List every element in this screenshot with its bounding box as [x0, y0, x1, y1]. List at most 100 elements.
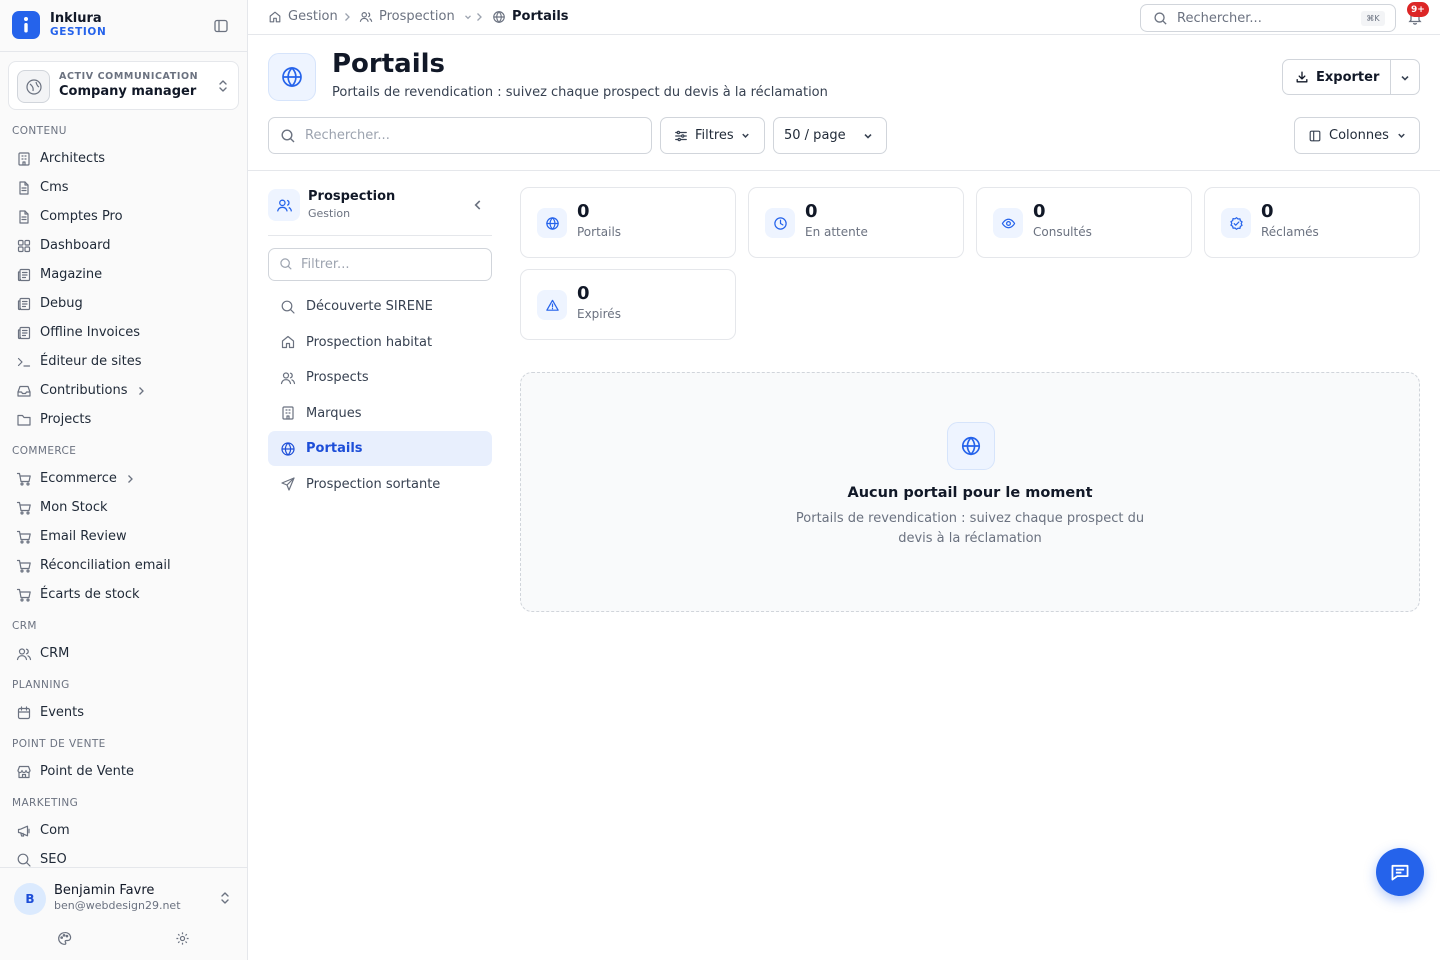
- stat-card-expires[interactable]: 0 Expirés: [520, 269, 736, 340]
- subnav-item-label: Portails: [306, 441, 363, 456]
- company-switcher[interactable]: ACTIV COMMUNICATION Company manager: [8, 61, 239, 110]
- sidebar-item-com[interactable]: Com: [0, 816, 247, 845]
- chevron-down-icon: [1396, 130, 1407, 141]
- sidebar-item-architects[interactable]: Architects: [0, 144, 247, 173]
- cart-icon: [16, 587, 32, 603]
- sidebar-item-ecarts-de-stock[interactable]: Écarts de stock: [0, 580, 247, 609]
- brand-logo-icon[interactable]: [12, 11, 40, 39]
- sidebar-toggle-icon[interactable]: [213, 18, 229, 34]
- sidebar-item-seo[interactable]: SEO: [0, 845, 247, 868]
- columns-label: Colonnes: [1329, 128, 1389, 143]
- chevron-down-icon: [463, 12, 473, 22]
- sidebar-item-point-de-vente[interactable]: Point de Vente: [0, 757, 247, 786]
- globe-icon: [280, 441, 296, 457]
- columns-button[interactable]: Colonnes: [1294, 117, 1420, 154]
- sidebar-item-label: Projects: [40, 412, 92, 427]
- subnav-filter-input[interactable]: Filtrer...: [268, 248, 492, 281]
- stat-label: Expirés: [577, 307, 621, 321]
- gear-icon[interactable]: [175, 931, 190, 946]
- export-label: Exporter: [1316, 69, 1380, 85]
- sidebar-item-label: Offline Invoices: [40, 325, 141, 340]
- page-title: Portails: [332, 49, 446, 79]
- globe-icon: [947, 422, 995, 470]
- stat-card-en-attente[interactable]: 0 En attente: [748, 187, 964, 258]
- sidebar-item-label: Ecommerce: [40, 471, 117, 486]
- users-icon: [359, 10, 373, 24]
- sidebar-item-projects[interactable]: Projects: [0, 405, 247, 434]
- list-search-input[interactable]: Rechercher...: [268, 117, 652, 154]
- sidebar-item-ecommerce[interactable]: Ecommerce: [0, 464, 247, 493]
- breadcrumb-current-label: Portails: [512, 9, 569, 24]
- global-search[interactable]: Rechercher... ⌘K: [1140, 4, 1396, 32]
- brand-sub: GESTION: [50, 26, 107, 38]
- page-header: Portails Portails de revendication : sui…: [248, 35, 1440, 171]
- sidebar-item-reconciliation-email[interactable]: Réconciliation email: [0, 551, 247, 580]
- folder-icon: [16, 412, 32, 428]
- filters-button[interactable]: Filtres: [660, 117, 765, 154]
- sidebar-item-label: Éditeur de sites: [40, 354, 142, 369]
- sidebar-item-debug[interactable]: Debug: [0, 289, 247, 318]
- search-icon: [279, 257, 293, 271]
- inbox-icon: [16, 383, 32, 399]
- search-icon: [16, 852, 32, 868]
- sidebar-item-editeur-de-sites[interactable]: Éditeur de sites: [0, 347, 247, 376]
- sidebar-item-label: Dashboard: [40, 238, 111, 253]
- sidebar-item-offline-invoices[interactable]: Offline Invoices: [0, 318, 247, 347]
- subnav-item-marques[interactable]: Marques: [268, 396, 492, 431]
- sidebar-item-contributions[interactable]: Contributions: [0, 376, 247, 405]
- cart-icon: [16, 471, 32, 487]
- chevron-left-icon[interactable]: [472, 198, 484, 212]
- sidebar-item-crm[interactable]: CRM: [0, 639, 247, 668]
- per-page-select[interactable]: 50 / page: [773, 117, 887, 154]
- stat-card-reclames[interactable]: 0 Réclamés: [1204, 187, 1420, 258]
- stat-label: Consultés: [1033, 225, 1092, 239]
- sidebar-item-dashboard[interactable]: Dashboard: [0, 231, 247, 260]
- chat-button[interactable]: [1376, 848, 1424, 896]
- breadcrumb-section-label: Prospection: [379, 9, 455, 24]
- topbar: Gestion Prospection Portails Rechercher.…: [248, 0, 1440, 35]
- user-block[interactable]: B Benjamin Favre ben@webdesign29.net: [0, 867, 247, 960]
- stat-label: Portails: [577, 225, 622, 239]
- per-page-label: 50 / page: [784, 128, 846, 143]
- sidebar-item-cms[interactable]: Cms: [0, 173, 247, 202]
- chevron-updown-icon[interactable]: [218, 890, 232, 906]
- subnav-item-prospection-sortante[interactable]: Prospection sortante: [268, 467, 492, 502]
- sidebar-item-label: Contributions: [40, 383, 128, 398]
- subnav-item-portails[interactable]: Portails: [268, 431, 492, 466]
- home-icon: [280, 334, 296, 350]
- sidebar-item-events[interactable]: Events: [0, 698, 247, 727]
- breadcrumb-current: Portails: [492, 9, 569, 24]
- sidebar-item-label: Architects: [40, 151, 106, 166]
- store-icon: [16, 764, 32, 780]
- export-button[interactable]: Exporter: [1283, 60, 1391, 94]
- stat-value: 0: [1033, 201, 1046, 222]
- nav-section-title: POINT DE VENTE: [12, 738, 106, 750]
- empty-state: Aucun portail pour le moment Portails de…: [520, 372, 1420, 612]
- subnav-item-prospects[interactable]: Prospects: [268, 360, 492, 395]
- subnav-item-label: Prospects: [306, 370, 369, 385]
- page-subtitle: Portails de revendication : suivez chaqu…: [332, 85, 828, 100]
- sidebar-item-email-review[interactable]: Email Review: [0, 522, 247, 551]
- cart-icon: [16, 558, 32, 574]
- breadcrumb-section[interactable]: Prospection: [359, 9, 473, 24]
- stat-card-consultes[interactable]: 0 Consultés: [976, 187, 1192, 258]
- subnav-item-prospection-habitat[interactable]: Prospection habitat: [268, 325, 492, 360]
- sidebar-item-label: Réconciliation email: [40, 558, 171, 573]
- sidebar-item-label: Magazine: [40, 267, 103, 282]
- company-name: Company manager: [59, 84, 197, 99]
- sliders-icon: [674, 129, 688, 143]
- subnav-item-decouverte-sirene[interactable]: Découverte SIRENE: [268, 289, 492, 324]
- stat-card-portails[interactable]: 0 Portails: [520, 187, 736, 258]
- sidebar-item-mon-stock[interactable]: Mon Stock: [0, 493, 247, 522]
- subnav-filter-placeholder: Filtrer...: [301, 257, 350, 272]
- subnav-header: Prospection Gestion: [268, 187, 492, 236]
- sidebar: Inklura GESTION ACTIV COMMUNICATION Comp…: [0, 0, 248, 960]
- sidebar-item-magazine[interactable]: Magazine: [0, 260, 247, 289]
- breadcrumb-home[interactable]: Gestion: [268, 9, 338, 24]
- sidebar-item-label: Écarts de stock: [40, 587, 140, 602]
- user-email: ben@webdesign29.net: [54, 899, 181, 912]
- export-menu-chevron-icon[interactable]: [1399, 72, 1411, 84]
- grid-icon: [16, 238, 32, 254]
- palette-icon[interactable]: [57, 931, 72, 946]
- sidebar-item-comptes-pro[interactable]: Comptes Pro: [0, 202, 247, 231]
